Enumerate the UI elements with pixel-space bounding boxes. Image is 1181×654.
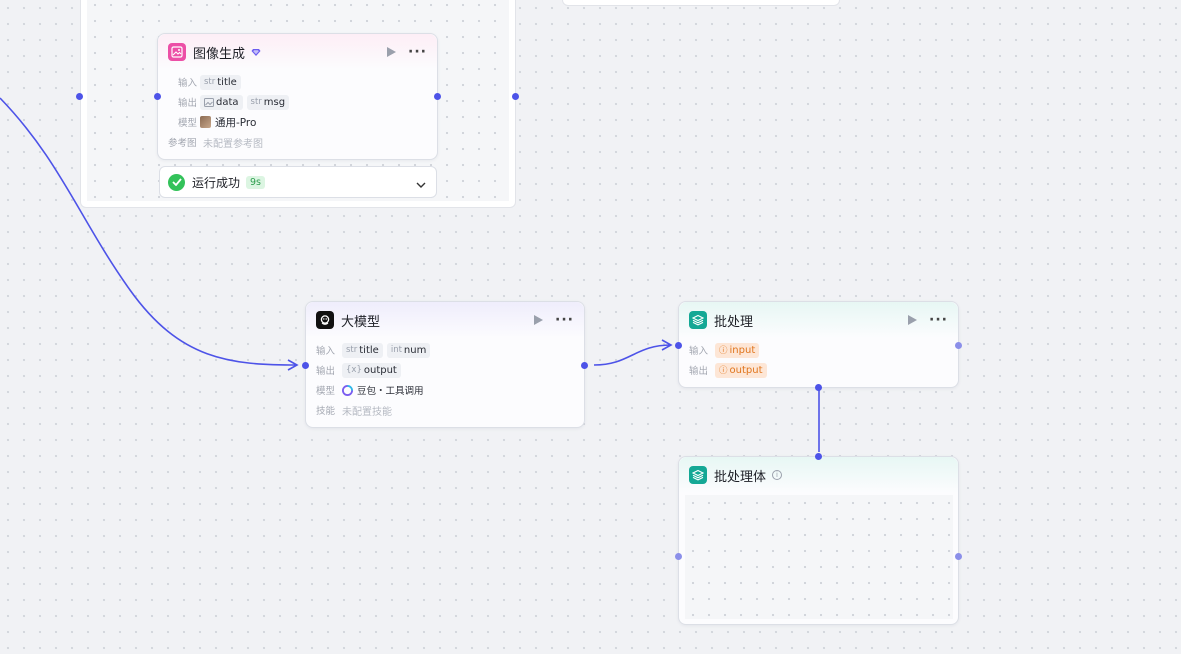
batch-body-port[interactable] [815,384,822,391]
llm-model-row: 模型 豆包・工具调用 [306,380,584,400]
model-value: 通用-Pro [215,116,257,129]
batch-node-title: 批处理 [714,314,754,330]
output-label: 输出 [316,366,336,377]
body-left-port[interactable] [675,553,682,560]
output-param-tag: data [200,94,243,110]
doubao-model-icon [342,384,353,396]
batch-body-header: 批处理体 i [679,457,958,493]
partial-node-top[interactable] [562,0,840,6]
output-param-tag: str msg [246,94,290,110]
llm-skill-row: 技能 未配置技能 [306,400,584,420]
ref-label: 参考图 [168,138,197,149]
model-avatar-icon [200,116,211,128]
output-label: 输出 [689,366,709,377]
input-port[interactable] [302,362,309,369]
llm-icon [316,311,334,329]
llm-node-title: 大模型 [341,314,381,330]
output-param-tag: ⓘ output [715,362,767,378]
warning-icon: ⓘ [719,346,728,356]
llm-node[interactable]: 大模型 ··· 输入 str title int num 输出 {x} output … [302,301,588,428]
batch-node-header: 批处理 ··· [679,302,958,338]
input-label: 输入 [178,78,198,89]
status-text: 运行成功 [192,175,241,190]
batch-body-title: 批处理体 [714,469,767,485]
output-label: 输出 [178,98,198,109]
llm-node-header: 大模型 ··· [306,302,584,338]
batch-icon [689,311,707,329]
image-model-row: 模型 通用-Pro [158,112,437,132]
chevron-down-icon[interactable] [416,173,426,192]
edge-to-llm-arrow [287,359,299,371]
input-label: 输入 [689,346,709,357]
run-status-bar[interactable]: 运行成功 9s [159,166,437,198]
llm-input-row: 输入 str title int num [306,340,584,360]
edge-llm-to-batch [593,344,672,366]
input-port[interactable] [154,93,161,100]
more-options-icon[interactable]: ··· [408,45,427,59]
output-port[interactable] [434,93,441,100]
image-output-row: 输出 data str msg [158,92,437,112]
image-node-header: 图像生成 ··· [158,34,437,70]
model-label: 模型 [178,118,198,129]
batch-node[interactable]: 批处理 ··· 输入 ⓘ input 输出 ⓘ output [675,301,962,391]
info-icon[interactable]: i [772,470,783,480]
image-type-icon [204,97,214,107]
body-top-port[interactable] [815,453,822,460]
image-icon [168,43,186,61]
output-port[interactable] [581,362,588,369]
model-label: 模型 [316,386,336,397]
batch-icon [689,466,707,484]
success-check-icon [168,173,185,191]
output-port[interactable] [955,342,962,349]
group-input-port[interactable] [76,93,83,100]
llm-output-row: 输出 {x} output [306,360,584,380]
body-right-port[interactable] [955,553,962,560]
skill-label: 技能 [316,406,336,417]
input-param-tag: str title [200,74,241,90]
batch-body-node[interactable]: 批处理体 i [675,453,962,625]
input-param-tag: str title [342,342,383,358]
image-ref-row: 参考图 未配置参考图 [158,132,437,152]
input-port[interactable] [675,342,682,349]
skill-value: 未配置技能 [342,406,392,418]
image-generation-node[interactable]: 图像生成 ··· 输入 str title 输出 data str msg 模型 通… [154,33,441,160]
model-value: 豆包・工具调用 [357,386,424,397]
batch-output-row: 输出 ⓘ output [679,360,958,380]
batch-input-row: 输入 ⓘ input [679,340,958,360]
duration-badge: 9s [246,175,266,189]
group-output-port[interactable] [512,93,519,100]
diamond-icon [251,47,261,57]
ref-value: 未配置参考图 [203,138,263,150]
batch-body-canvas [685,495,953,619]
input-param-tag: int num [386,342,431,358]
input-label: 输入 [316,346,336,357]
more-options-icon[interactable]: ··· [555,313,574,327]
output-param-tag: {x} output [342,362,401,378]
image-input-row: 输入 str title [158,72,437,92]
run-node-icon[interactable] [384,45,398,59]
image-node-title: 图像生成 [193,46,246,62]
input-param-tag: ⓘ input [715,342,760,358]
warning-icon: ⓘ [719,366,728,376]
run-node-icon[interactable] [905,313,919,327]
run-node-icon[interactable] [531,313,545,327]
more-options-icon[interactable]: ··· [929,313,948,327]
